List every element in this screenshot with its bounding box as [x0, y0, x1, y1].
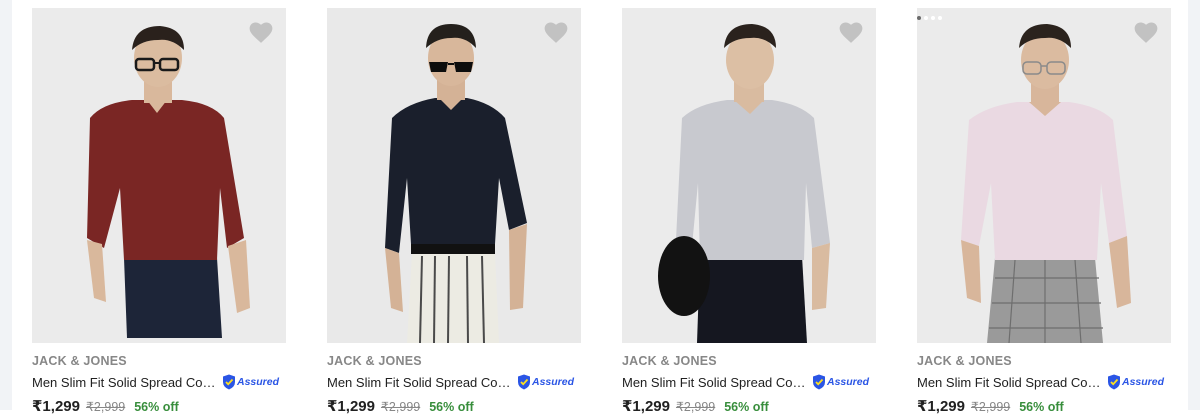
carousel-dot[interactable] [924, 16, 928, 20]
product-image[interactable] [917, 8, 1171, 343]
heart-icon[interactable] [543, 20, 569, 44]
shield-icon [813, 374, 825, 390]
discount-badge: 56% off [429, 400, 474, 414]
assured-label: Assured [532, 376, 575, 388]
heart-icon[interactable] [1133, 20, 1159, 44]
product-photo [32, 8, 286, 343]
assured-label: Assured [827, 376, 870, 388]
product-card[interactable]: JACK & JONES Men Slim Fit Solid Spread C… [622, 8, 876, 415]
carousel-dot[interactable] [938, 16, 942, 20]
shield-icon [1108, 374, 1120, 390]
assured-label: Assured [1122, 376, 1165, 388]
product-title[interactable]: Men Slim Fit Solid Spread Collar Casual … [917, 375, 1103, 390]
assured-badge: Assured [517, 374, 574, 390]
selling-price: ₹1,299 [327, 398, 375, 415]
product-image[interactable] [32, 8, 286, 343]
product-photo [327, 8, 581, 343]
assured-badge: Assured [1107, 374, 1164, 390]
carousel-dot[interactable] [931, 16, 935, 20]
shield-icon [223, 374, 235, 390]
product-grid: JACK & JONES Men Slim Fit Solid Spread C… [0, 0, 1200, 415]
heart-icon[interactable] [248, 20, 274, 44]
product-brand: JACK & JONES [622, 354, 717, 368]
selling-price: ₹1,299 [917, 398, 965, 415]
product-card[interactable]: JACK & JONES Men Slim Fit Solid Spread C… [32, 8, 286, 415]
assured-badge: Assured [812, 374, 869, 390]
assured-badge: Assured [222, 374, 279, 390]
product-brand: JACK & JONES [327, 354, 422, 368]
carousel-dot[interactable] [917, 16, 921, 20]
product-brand: JACK & JONES [917, 354, 1012, 368]
original-price: ₹2,999 [970, 400, 1011, 414]
original-price: ₹2,999 [380, 400, 421, 414]
product-image[interactable] [622, 8, 876, 343]
product-title[interactable]: Men Slim Fit Solid Spread Collar Casual … [32, 375, 218, 390]
product-title[interactable]: Men Slim Fit Solid Spread Collar Casual … [327, 375, 513, 390]
shield-icon [518, 374, 530, 390]
original-price: ₹2,999 [85, 400, 126, 414]
product-image[interactable] [327, 8, 581, 343]
original-price: ₹2,999 [675, 400, 716, 414]
product-card[interactable]: JACK & JONES Men Slim Fit Solid Spread C… [327, 8, 581, 415]
discount-badge: 56% off [724, 400, 769, 414]
heart-icon[interactable] [838, 20, 864, 44]
assured-label: Assured [237, 376, 280, 388]
selling-price: ₹1,299 [622, 398, 670, 415]
product-card[interactable]: JACK & JONES Men Slim Fit Solid Spread C… [917, 8, 1171, 415]
discount-badge: 56% off [134, 400, 179, 414]
product-photo [917, 8, 1171, 343]
discount-badge: 56% off [1019, 400, 1064, 414]
product-title[interactable]: Men Slim Fit Solid Spread Collar Casual … [622, 375, 808, 390]
image-carousel-dots[interactable] [917, 16, 942, 20]
selling-price: ₹1,299 [32, 398, 80, 415]
product-photo [622, 8, 876, 343]
product-brand: JACK & JONES [32, 354, 127, 368]
